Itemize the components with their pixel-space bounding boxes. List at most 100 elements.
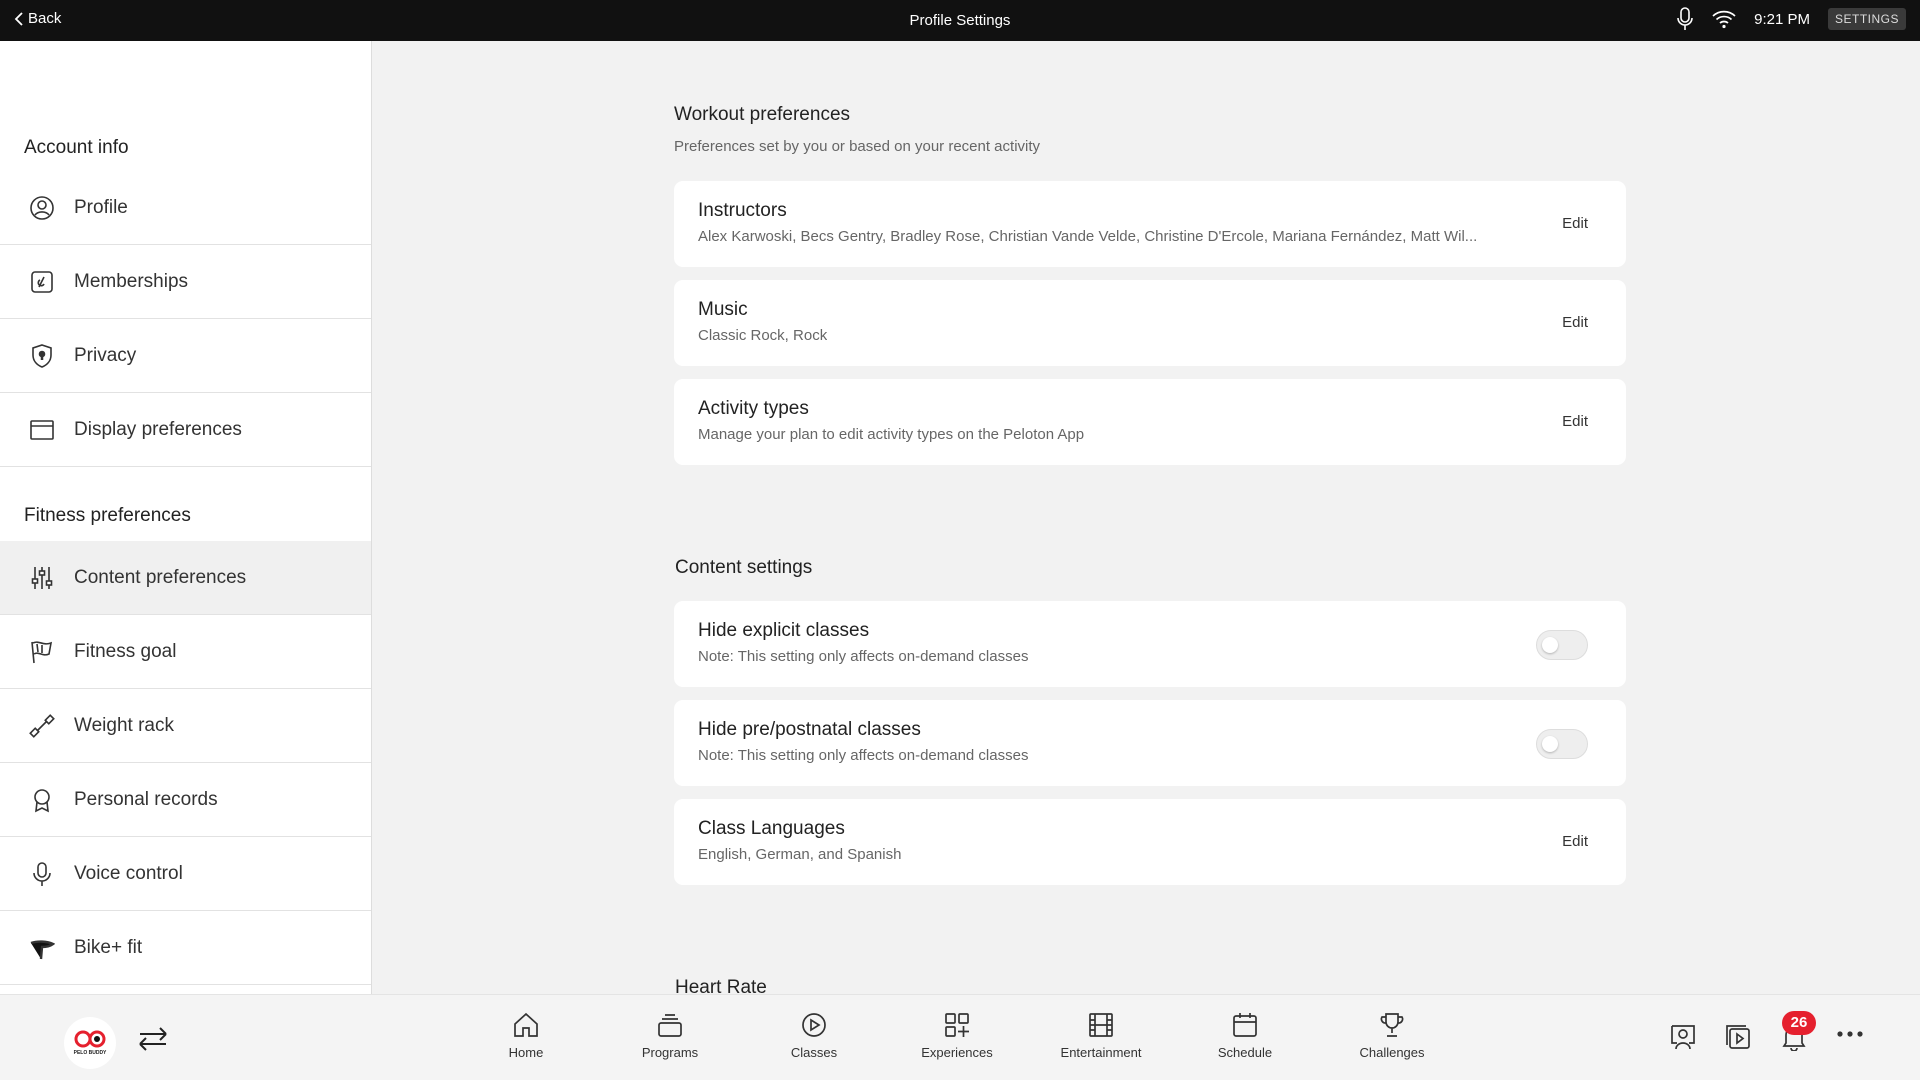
edit-class-languages-button[interactable]: Edit: [1562, 833, 1588, 850]
card-subtitle: Manage your plan to edit activity types …: [698, 426, 1085, 443]
fitness-preferences-heading: Fitness preferences: [24, 505, 191, 526]
play-circle-icon: [802, 1013, 826, 1037]
sidebar-item-bike-fit[interactable]: Bike+ fit: [0, 911, 371, 985]
membership-icon: [28, 268, 56, 296]
nav-label: Experiences: [921, 1045, 993, 1060]
video-queue-icon[interactable]: [1724, 1023, 1752, 1051]
sidebar-item-weight-rack[interactable]: Weight rack: [0, 689, 371, 763]
nav-label: Classes: [790, 1045, 838, 1060]
sidebar-item-label: Voice control: [74, 862, 183, 884]
content-settings-heading: Content settings: [675, 557, 813, 578]
sidebar-item-label: Profile: [74, 196, 128, 218]
sidebar-item-profile[interactable]: Profile: [0, 171, 371, 245]
microphone-icon[interactable]: [1676, 7, 1694, 31]
card-title: Class Languages: [698, 818, 845, 839]
card-subtitle: Note: This setting only affects on-deman…: [698, 747, 1029, 764]
nav-entertainment[interactable]: Entertainment: [1041, 1011, 1161, 1060]
sidebar-item-label: Personal records: [74, 788, 218, 810]
nav-label: Programs: [641, 1045, 699, 1060]
account-info-heading: Account info: [24, 137, 129, 158]
wifi-icon: [1712, 10, 1736, 29]
bottom-nav: PELO BUDDY Home Programs Classes Experie…: [0, 994, 1920, 1080]
logo-text: PELO BUDDY: [73, 1050, 107, 1056]
nav-schedule[interactable]: Schedule: [1185, 1011, 1305, 1060]
edit-music-button[interactable]: Edit: [1562, 314, 1588, 331]
card-subtitle: Alex Karwoski, Becs Gentry, Bradley Rose…: [698, 228, 1478, 245]
more-options-icon[interactable]: [1836, 1029, 1864, 1057]
instructors-card: Instructors Alex Karwoski, Becs Gentry, …: [674, 181, 1626, 267]
nav-home[interactable]: Home: [466, 1011, 586, 1060]
sidebar-item-label: Weight rack: [74, 714, 174, 736]
home-icon: [514, 1012, 538, 1037]
toggle-knob: [1542, 736, 1558, 752]
logo-mark-icon: [74, 1030, 106, 1048]
card-subtitle: English, German, and Spanish: [698, 846, 902, 863]
card-title: Hide pre/postnatal classes: [698, 719, 921, 740]
sidebar-item-privacy[interactable]: Privacy: [0, 319, 371, 393]
sidebar-item-personal-records[interactable]: Personal records: [0, 763, 371, 837]
sidebar-item-memberships[interactable]: Memberships: [0, 245, 371, 319]
sidebar-item-label: Bike+ fit: [74, 936, 143, 958]
music-card: Music Classic Rock, Rock Edit: [674, 280, 1626, 366]
activity-types-card: Activity types Manage your plan to edit …: [674, 379, 1626, 465]
main-content: Workout preferences Preferences set by y…: [373, 41, 1920, 994]
settings-badge[interactable]: SETTINGS: [1827, 8, 1906, 30]
sidebar-item-fitness-goal[interactable]: Fitness goal: [0, 615, 371, 689]
hide-explicit-toggle[interactable]: [1536, 630, 1588, 660]
nav-label: Home: [508, 1045, 544, 1060]
sliders-icon: [28, 564, 56, 592]
nav-label: Entertainment: [1060, 1045, 1142, 1060]
card-subtitle: Classic Rock, Rock: [698, 327, 828, 344]
notification-count-badge: 26: [1782, 1011, 1816, 1035]
sidebar-item-display-preferences[interactable]: Display preferences: [0, 393, 371, 467]
card-title: Activity types: [698, 398, 809, 419]
sidebar-item-label: Display preferences: [74, 418, 242, 440]
pelo-buddy-logo[interactable]: PELO BUDDY: [64, 1017, 116, 1069]
microphone-icon: [28, 860, 56, 888]
dumbbell-icon: [28, 712, 56, 740]
clock-time: 9:21 PM: [1754, 10, 1810, 28]
nav-classes[interactable]: Classes: [754, 1011, 874, 1060]
hide-prenatal-toggle[interactable]: [1536, 729, 1588, 759]
status-area: 9:21 PM SETTINGS: [1676, 7, 1906, 31]
nav-label: Schedule: [1217, 1045, 1273, 1060]
card-title: Music: [698, 299, 748, 320]
flag-icon: [28, 638, 56, 666]
switch-arrows-icon[interactable]: [136, 1025, 170, 1058]
instructor-screen-icon[interactable]: [1669, 1023, 1697, 1051]
hide-prenatal-card: Hide pre/postnatal classes Note: This se…: [674, 700, 1626, 786]
page-title: Profile Settings: [909, 12, 1011, 29]
toggle-knob: [1542, 637, 1558, 653]
settings-sidebar: Account info Profile Memberships Privacy…: [0, 41, 372, 994]
calendar-icon: [1233, 1013, 1257, 1037]
top-bar: Back Profile Settings 9:21 PM SETTINGS: [0, 0, 1920, 41]
card-title: Instructors: [698, 200, 787, 221]
bike-seat-icon: [28, 934, 56, 962]
card-subtitle: Note: This setting only affects on-deman…: [698, 648, 1029, 665]
display-icon: [28, 416, 56, 444]
sidebar-item-voice-control[interactable]: Voice control: [0, 837, 371, 911]
nav-challenges[interactable]: Challenges: [1332, 1011, 1452, 1060]
nav-programs[interactable]: Programs: [610, 1011, 730, 1060]
profile-icon: [28, 194, 56, 222]
heart-rate-heading: Heart Rate: [675, 977, 767, 994]
award-icon: [28, 786, 56, 814]
sidebar-item-label: Memberships: [74, 270, 189, 292]
edit-activity-types-button[interactable]: Edit: [1562, 413, 1588, 430]
workout-preferences-subtitle: Preferences set by you or based on your …: [674, 138, 1041, 155]
nav-experiences[interactable]: Experiences: [897, 1011, 1017, 1060]
edit-instructors-button[interactable]: Edit: [1562, 215, 1588, 232]
sidebar-item-content-preferences[interactable]: Content preferences: [0, 541, 371, 615]
class-languages-card: Class Languages English, German, and Spa…: [674, 799, 1626, 885]
sidebar-item-label: Content preferences: [74, 566, 247, 588]
hide-explicit-card: Hide explicit classes Note: This setting…: [674, 601, 1626, 687]
sidebar-item-label: Privacy: [74, 344, 137, 366]
sidebar-item-label: Fitness goal: [74, 640, 177, 662]
film-icon: [1089, 1013, 1113, 1037]
nav-label: Challenges: [1359, 1045, 1425, 1060]
workout-preferences-heading: Workout preferences: [674, 104, 851, 125]
trophy-icon: [1380, 1013, 1404, 1037]
card-title: Hide explicit classes: [698, 620, 870, 641]
privacy-shield-icon: [28, 342, 56, 370]
programs-icon: [658, 1014, 682, 1037]
